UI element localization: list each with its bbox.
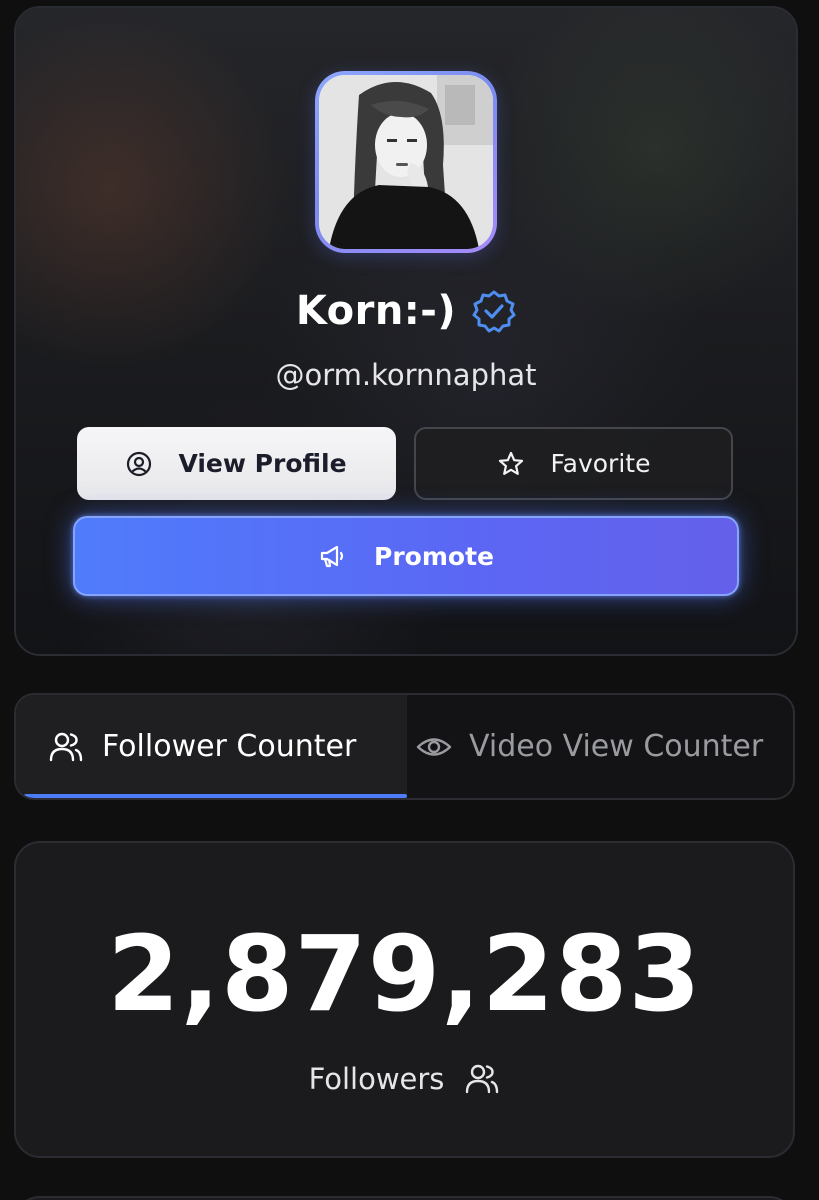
star-icon <box>498 451 523 475</box>
follower-count-label-row: Followers <box>16 1061 793 1097</box>
eye-icon <box>416 737 452 756</box>
users-icon <box>466 1064 499 1094</box>
profile-card: Korn:-) @orm.kornnaphat View Profile Fav… <box>14 6 798 656</box>
tab-follower-counter-label: Follower Counter <box>102 729 357 764</box>
avatar-image <box>319 75 493 249</box>
page: Korn:-) @orm.kornnaphat View Profile Fav… <box>0 0 819 1200</box>
users-icon <box>49 732 83 761</box>
view-profile-label: View Profile <box>178 449 347 478</box>
follower-counter-card: 2,879,283 Followers <box>14 841 795 1158</box>
counter-tabs: Follower Counter Video View Counter <box>14 693 795 800</box>
favorite-label: Favorite <box>550 449 651 478</box>
avatar-photo <box>319 75 493 249</box>
megaphone-icon <box>320 545 344 568</box>
follower-count-label: Followers <box>308 1062 445 1096</box>
verified-badge-icon <box>472 290 516 333</box>
name-row: Korn:-) <box>16 288 796 334</box>
promote-button[interactable]: Promote <box>73 516 739 596</box>
avatar[interactable] <box>315 71 497 253</box>
tab-video-view-counter[interactable]: Video View Counter <box>407 695 793 798</box>
tab-video-view-counter-label: Video View Counter <box>469 729 764 764</box>
user-circle-icon <box>127 451 152 476</box>
follower-count: 2,879,283 <box>107 913 702 1035</box>
next-card-edge <box>14 1196 795 1200</box>
promote-label: Promote <box>374 541 494 571</box>
view-profile-button[interactable]: View Profile <box>77 427 396 500</box>
tab-follower-counter[interactable]: Follower Counter <box>16 695 407 798</box>
favorite-button[interactable]: Favorite <box>414 427 733 500</box>
profile-name: Korn:-) <box>295 288 457 334</box>
profile-handle: @orm.kornnaphat <box>275 358 537 392</box>
active-tab-indicator <box>24 794 407 798</box>
